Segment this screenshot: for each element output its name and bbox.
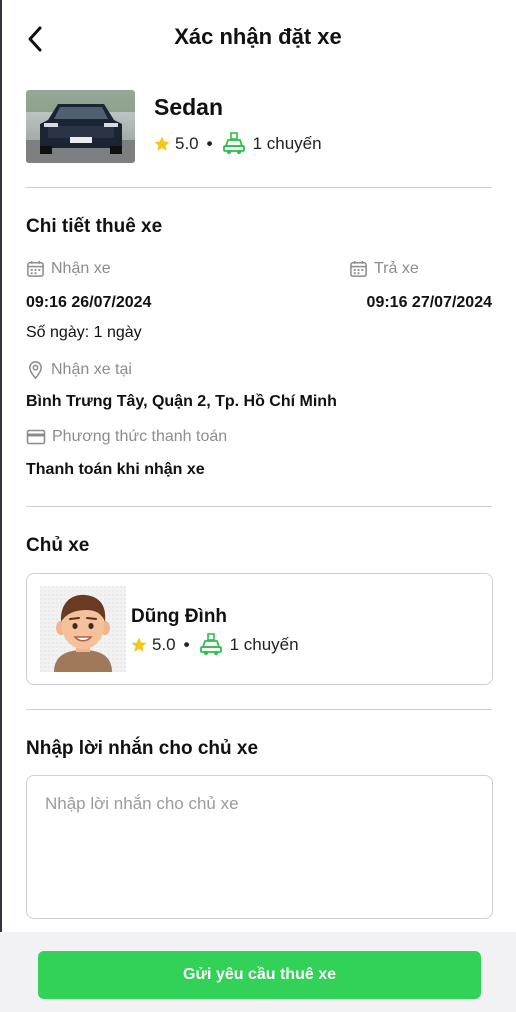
- calendar-icon: [27, 260, 44, 277]
- rental-details-title: Chi tiết thuê xe: [26, 216, 163, 237]
- separator-dot: •: [183, 635, 190, 654]
- location-label: Nhận xe tại: [26, 360, 132, 380]
- pickup-location: Bình Trưng Tây, Quận 2, Tp. Hồ Chí Minh: [26, 393, 337, 410]
- car-summary: Sedan 5.0 • 1 chuyến: [26, 90, 492, 164]
- submit-rental-request-button[interactable]: Gửi yêu cầu thuê xe: [38, 951, 481, 999]
- return-label: Trả xe: [349, 259, 419, 278]
- calendar-icon: [350, 260, 367, 277]
- owner-card[interactable]: Dũng Đình 5.0 • 1 chuyến: [26, 573, 493, 685]
- car-trip-icon: [199, 633, 222, 655]
- pickup-label: Nhận xe: [26, 259, 111, 278]
- owner-rating-row: 5.0 • 1 chuyến: [130, 633, 299, 657]
- payment-label-text: Phương thức thanh toán: [52, 428, 228, 445]
- pickup-label-text: Nhận xe: [51, 259, 111, 277]
- page-title: Xác nhận đặt xe: [174, 24, 342, 49]
- owner-name: Dũng Đình: [131, 606, 228, 627]
- pickup-datetime: 09:16 26/07/2024: [26, 294, 152, 311]
- separator-dot: •: [206, 134, 213, 153]
- star-icon: [131, 637, 147, 652]
- rental-days: Số ngày: 1 ngày: [26, 324, 142, 341]
- avatar: [40, 586, 126, 672]
- car-name: Sedan: [154, 94, 224, 120]
- divider: [26, 709, 492, 710]
- message-section-title: Nhập lời nhắn cho chủ xe: [26, 738, 259, 759]
- location-pin-icon: [29, 361, 42, 380]
- payment-label: Phương thức thanh toán: [26, 428, 227, 446]
- car-rating-value: 5.0: [175, 134, 199, 153]
- window-edge: [0, 0, 2, 1012]
- credit-card-icon: [26, 429, 46, 445]
- message-input[interactable]: [26, 775, 493, 919]
- owner-rating-value: 5.0: [152, 635, 176, 654]
- header: Xác nhận đặt xe: [0, 0, 516, 78]
- return-datetime: 09:16 27/07/2024: [366, 294, 492, 311]
- car-trip-icon: [222, 132, 245, 154]
- car-trip-count: 1 chuyến: [252, 134, 322, 153]
- car-rating-row: 5.0 • 1 chuyến: [153, 132, 322, 156]
- location-label-text: Nhận xe tại: [51, 361, 132, 378]
- payment-method: Thanh toán khi nhận xe: [26, 461, 205, 478]
- return-label-text: Trả xe: [374, 259, 419, 277]
- owner-section-title: Chủ xe: [26, 535, 90, 556]
- divider: [26, 187, 492, 188]
- car-image[interactable]: [26, 90, 135, 163]
- owner-trip-count: 1 chuyến: [229, 635, 299, 654]
- star-icon: [154, 136, 170, 151]
- divider: [26, 506, 492, 507]
